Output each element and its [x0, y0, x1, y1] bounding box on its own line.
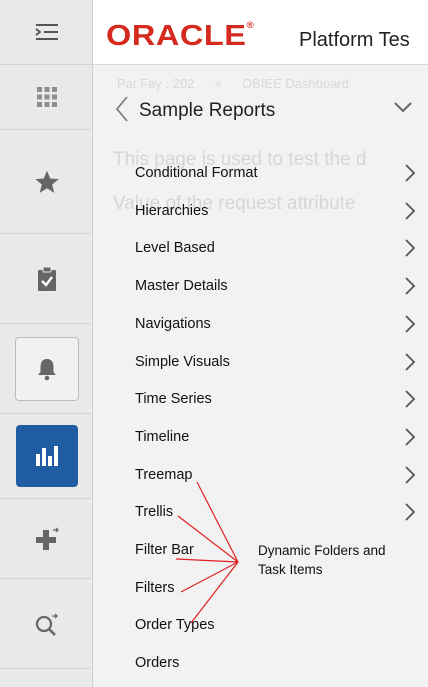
chevron-right-icon [405, 465, 416, 484]
chevron-right-icon [405, 164, 416, 182]
menu-item-label: Time Series [135, 391, 212, 408]
chevron-right-icon [405, 503, 416, 521]
chevron-down-icon[interactable] [393, 101, 413, 113]
menu-item-label: Orders [135, 655, 180, 672]
menu-icon [34, 24, 58, 40]
menu-item[interactable]: Conditional Format [93, 162, 428, 199]
menu-item[interactable]: Master Details [93, 275, 428, 312]
bar-chart-icon [35, 446, 58, 466]
chevron-right-icon [405, 428, 416, 446]
menu-item[interactable]: Level Based [93, 237, 428, 274]
menu-button[interactable] [0, 0, 93, 65]
oracle-logo: ORACLE® [106, 20, 255, 52]
tasks-button[interactable] [0, 234, 93, 324]
chevron-right-icon [405, 239, 416, 258]
menu-item-label: Timeline [135, 428, 190, 445]
menu-item[interactable]: Simple Visuals [93, 351, 428, 388]
menu-item-label: Master Details [135, 278, 228, 295]
grid-icon [36, 87, 57, 107]
menu-item[interactable]: Time Series [93, 388, 428, 425]
menu-item-label: Hierarchies [135, 202, 209, 219]
clipboard-check-icon [37, 266, 56, 291]
menu-item-label: Navigations [135, 315, 211, 332]
annotation-line: Dynamic Folders and [258, 543, 386, 558]
menu-item[interactable]: Timeline [93, 426, 428, 463]
search-button[interactable] [0, 579, 93, 669]
reports-button[interactable] [0, 414, 93, 499]
panel-title: Sample Reports [139, 100, 276, 121]
menu-item[interactable]: Order Types [93, 614, 428, 651]
menu-item-label: Conditional Format [135, 165, 258, 181]
panel-header: Sample Reports [93, 87, 428, 133]
favorites-button[interactable] [0, 130, 93, 234]
menu-item-label: Level Based [135, 240, 215, 257]
menu-item[interactable]: Orders [93, 652, 428, 687]
menu-item[interactable]: Treemap [93, 464, 428, 501]
plus-icon [35, 527, 59, 550]
bell-icon [37, 358, 56, 380]
annotation-line: Task Items [258, 562, 323, 577]
chevron-right-icon [405, 352, 416, 371]
menu-item-label: Treemap [135, 466, 193, 483]
app-header: ORACLE® Platform Tes [93, 0, 428, 65]
search-icon [35, 613, 58, 636]
sample-reports-panel: Pat Fay : 202 × OBIEE Dashboard This page … [93, 65, 428, 687]
annotation-note: Dynamic Folders and Task Items [258, 541, 386, 579]
menu-item[interactable]: Hierarchies [93, 200, 428, 237]
menu-item[interactable]: Filters [93, 577, 428, 614]
create-button[interactable] [0, 499, 93, 579]
star-icon [34, 170, 59, 193]
navigation-rail [0, 0, 93, 687]
chevron-right-icon [405, 315, 416, 333]
app-title: Platform Tes [299, 29, 410, 51]
notifications-button[interactable] [0, 324, 93, 414]
chevron-right-icon [405, 390, 416, 408]
back-chevron-icon[interactable] [115, 95, 129, 123]
apps-grid-button[interactable] [0, 65, 93, 130]
menu-item-label: Filters [135, 579, 175, 596]
menu-item-label: Trellis [135, 504, 174, 521]
chevron-right-icon [405, 202, 416, 220]
menu-item-label: Filter Bar [135, 542, 194, 558]
menu-item[interactable]: Trellis [93, 501, 428, 538]
menu-item-label: Order Types [135, 617, 215, 634]
menu-item-label: Simple Visuals [135, 353, 230, 370]
menu-item[interactable]: Navigations [93, 313, 428, 350]
chevron-right-icon [405, 277, 416, 295]
